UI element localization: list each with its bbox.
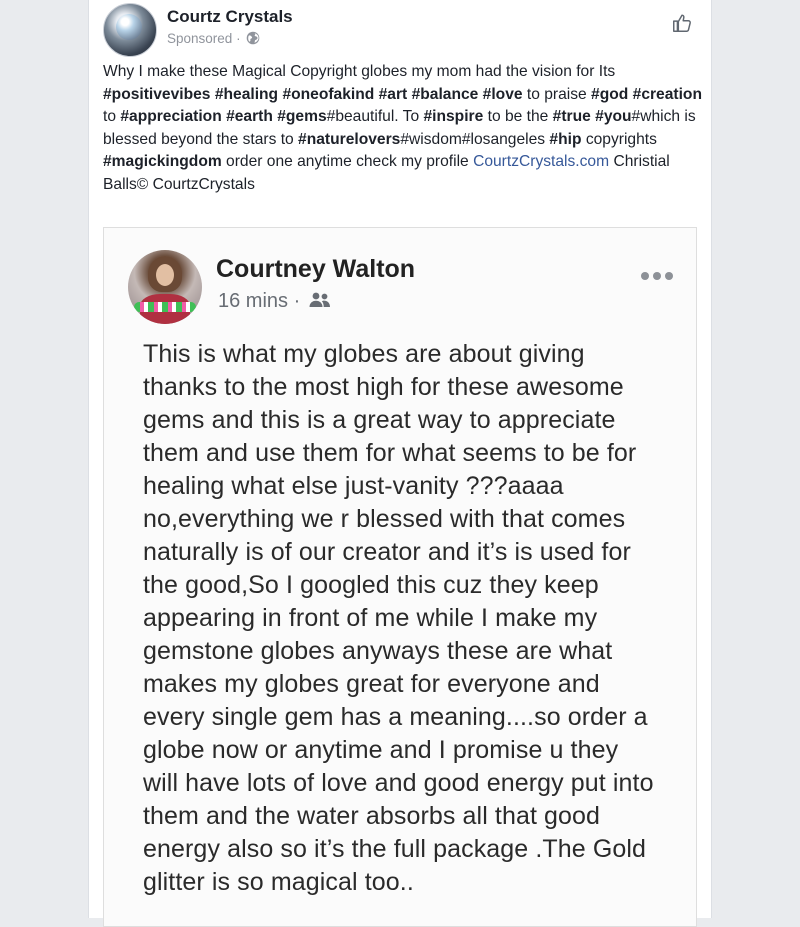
text-line: will have lots of love and good energy p… (143, 769, 654, 797)
hashtag[interactable]: #god (591, 86, 628, 103)
hashtag[interactable]: #hip (549, 131, 581, 148)
sponsored-post-card: Courtz Crystals Sponsored · Why I make t… (88, 0, 712, 927)
text-line: no,everything we r blessed with that com… (143, 505, 626, 533)
post-meta: Sponsored · (167, 31, 260, 48)
text-line: makes my globes great for everyone and (143, 670, 600, 698)
embedded-meta: 16 mins · (218, 290, 332, 315)
hashtag[interactable]: #true (553, 108, 591, 125)
text-line: thanks to the most high for these awesom… (143, 373, 624, 401)
meta-separator: · (293, 290, 301, 312)
post-time: 16 mins (218, 290, 289, 312)
hashtag[interactable]: #appreciation (120, 108, 221, 125)
author-name: Courtney Walton (216, 255, 416, 283)
friends-icon (308, 291, 332, 315)
text-line: healing what else just-vanity ???aaaa (143, 472, 564, 500)
hashtag[interactable]: #love (483, 86, 523, 103)
hashtag[interactable]: #gems (277, 108, 326, 125)
meta-separator: · (236, 31, 241, 46)
hashtag[interactable]: #naturelovers (298, 131, 400, 148)
text-line: This is what my globes are about giving (143, 340, 585, 368)
hashtag[interactable]: #creation (633, 86, 702, 103)
post-text: Why I make these Magical Copyright globe… (103, 63, 702, 193)
hashtag[interactable]: #magickingdom (103, 153, 222, 170)
text-line: naturally is of our creator and it’s is … (143, 538, 631, 566)
thumbs-up-icon[interactable] (671, 12, 693, 39)
text-line: gems and this is a great way to apprecia… (143, 406, 616, 434)
text-line: every single gem has a meaning....so ord… (143, 703, 648, 731)
page-avatar[interactable] (103, 3, 157, 57)
hashtag[interactable]: #earth (226, 108, 273, 125)
hashtag[interactable]: #art (379, 86, 408, 103)
author-avatar (128, 250, 202, 324)
sponsored-label[interactable]: Sponsored (167, 31, 232, 46)
globe-icon (246, 31, 260, 48)
more-dots-icon[interactable] (640, 268, 674, 286)
text-line: energy also so it’s the full package .Th… (143, 835, 647, 863)
profile-link[interactable]: CourtzCrystals.com (473, 153, 609, 170)
embedded-post-text: This is what my globes are about giving … (143, 338, 683, 899)
text-line: appearing in front of me while I make my (143, 604, 598, 632)
embedded-post-screenshot: Courtney Walton 16 mins · This is what m… (103, 227, 697, 927)
text-line: globe now or anytime and I promise u the… (143, 736, 619, 764)
hashtag[interactable]: #healing (215, 86, 278, 103)
text-line: them and use them for what seems to be f… (143, 439, 637, 467)
text-line: glitter is so magical too.. (143, 868, 414, 896)
text-line: gemstone globes anyways these are what (143, 637, 613, 665)
hashtag[interactable]: #balance (412, 86, 479, 103)
hashtag[interactable]: #you (595, 108, 631, 125)
hashtag[interactable]: #oneofakind (282, 86, 374, 103)
hashtag[interactable]: #positivevibes (103, 86, 210, 103)
text-line: the good,So I googled this cuz they keep (143, 571, 599, 599)
hashtag[interactable]: #inspire (423, 108, 483, 125)
page-name[interactable]: Courtz Crystals (167, 7, 293, 27)
text-line: them and the water absorbs all that good (143, 802, 601, 830)
